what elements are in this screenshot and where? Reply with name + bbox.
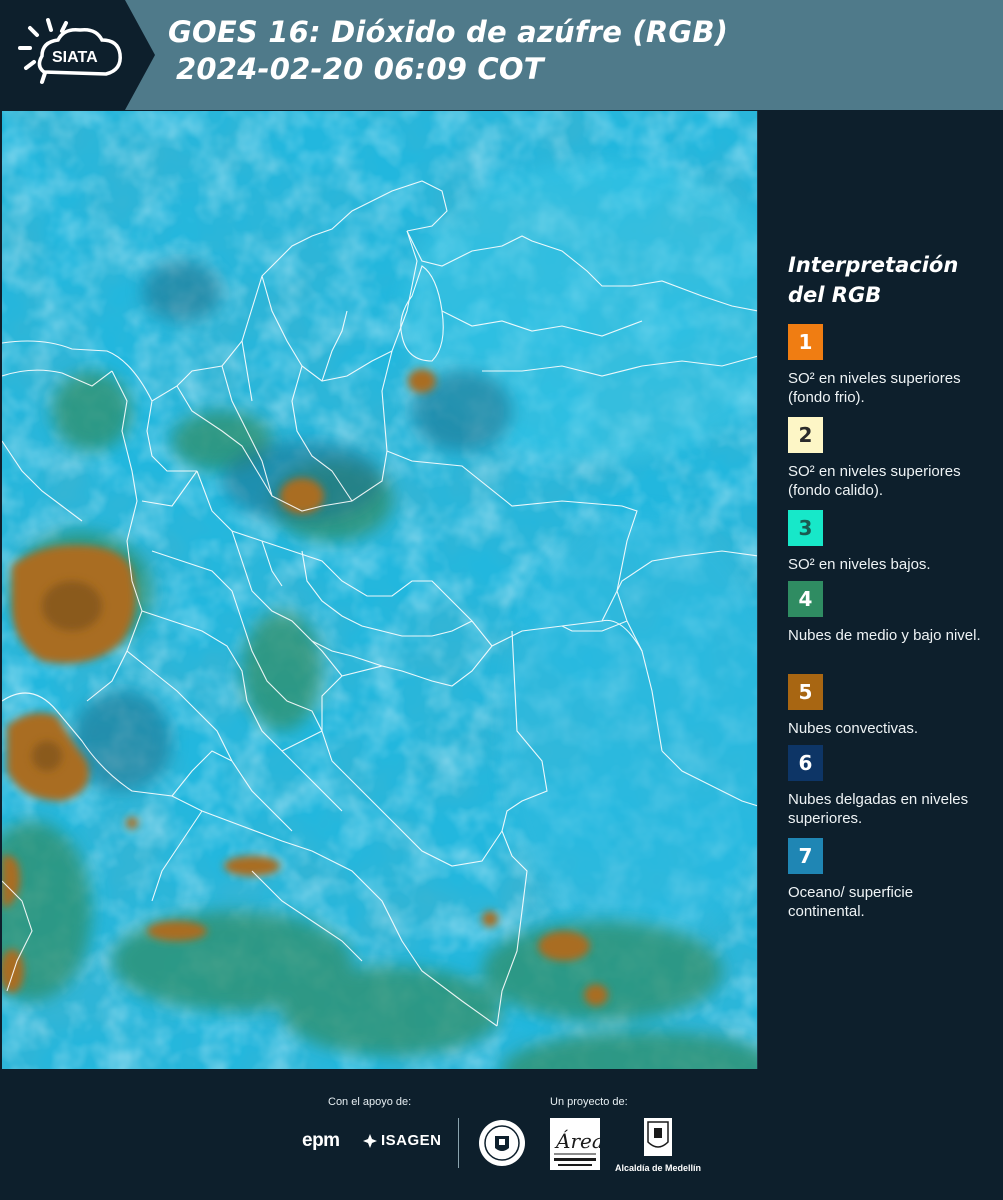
alcaldia-medellin-logo: Alcaldía de Medellín bbox=[613, 1118, 703, 1173]
legend-text-7: Oceano/ superficie continental. bbox=[788, 884, 914, 920]
svg-text:Área: Área bbox=[554, 1129, 600, 1153]
page-title: GOES 16: Dióxido de azúfre (RGB) 2024-02… bbox=[168, 14, 728, 88]
title-timestamp: 2024-02-20 06:09 COT bbox=[176, 52, 544, 86]
isagen-text: ISAGEN bbox=[381, 1132, 442, 1149]
area-metropolitana-logo: Área bbox=[550, 1118, 604, 1175]
siata-logo-text: SIATA bbox=[52, 49, 98, 66]
legend-title-line1: Interpretación bbox=[788, 253, 959, 277]
legend-item-4: 4 Nubes de medio y bajo nivel. bbox=[788, 581, 993, 674]
epm-logo: epm bbox=[302, 1130, 340, 1151]
legend-text-1: SO² en niveles superiores (fondo frio). bbox=[788, 370, 961, 406]
legend-swatch-4: 4 bbox=[788, 581, 823, 617]
legend-text-3: SO² en niveles bajos. bbox=[788, 556, 931, 573]
legend-swatch-2: 2 bbox=[788, 417, 823, 453]
legend-swatch-5: 5 bbox=[788, 674, 823, 710]
isagen-mark-icon bbox=[363, 1133, 377, 1148]
legend-swatch-3: 3 bbox=[788, 510, 823, 546]
legend-text-6: Nubes delgadas en niveles superiores. bbox=[788, 791, 969, 827]
legend-title-line2: del RGB bbox=[788, 283, 882, 307]
rgb-legend: Interpretación del RGB 1 SO² en niveles … bbox=[788, 250, 993, 920]
medellin-seal-logo bbox=[477, 1118, 527, 1173]
legend-swatch-1: 1 bbox=[788, 324, 823, 360]
satellite-map[interactable] bbox=[2, 111, 758, 1069]
legend-swatch-6: 6 bbox=[788, 745, 823, 781]
support-label: Con el apoyo de: bbox=[328, 1096, 412, 1108]
legend-text-4: Nubes de medio y bajo nivel. bbox=[788, 627, 981, 644]
footer-divider bbox=[458, 1118, 459, 1168]
footer: Con el apoyo de: Un proyecto de: epm ISA… bbox=[0, 1070, 1003, 1200]
header-bar: SIATA GOES 16: Dióxido de azúfre (RGB) 2… bbox=[0, 0, 1003, 110]
legend-title: Interpretación del RGB bbox=[788, 250, 993, 310]
alcaldia-text: Alcaldía de Medellín bbox=[614, 1163, 702, 1173]
legend-text-2: SO² en niveles superiores (fondo calido)… bbox=[788, 463, 961, 499]
siata-logo: SIATA bbox=[0, 0, 155, 110]
legend-item-5: 5 Nubes convectivas. bbox=[788, 674, 993, 745]
legend-item-1: 1 SO² en niveles superiores (fondo frio)… bbox=[788, 324, 993, 417]
project-label: Un proyecto de: bbox=[550, 1096, 628, 1108]
legend-swatch-7: 7 bbox=[788, 838, 823, 874]
title-product: GOES 16: Dióxido de azúfre (RGB) bbox=[168, 15, 729, 49]
legend-item-3: 3 SO² en niveles bajos. bbox=[788, 510, 993, 581]
legend-text-5: Nubes convectivas. bbox=[788, 720, 919, 737]
legend-item-7: 7 Oceano/ superficie continental. bbox=[788, 838, 993, 920]
isagen-logo: ISAGEN bbox=[362, 1132, 442, 1149]
legend-item-6: 6 Nubes delgadas en niveles superiores. bbox=[788, 745, 993, 838]
legend-item-2: 2 SO² en niveles superiores (fondo calid… bbox=[788, 417, 993, 510]
